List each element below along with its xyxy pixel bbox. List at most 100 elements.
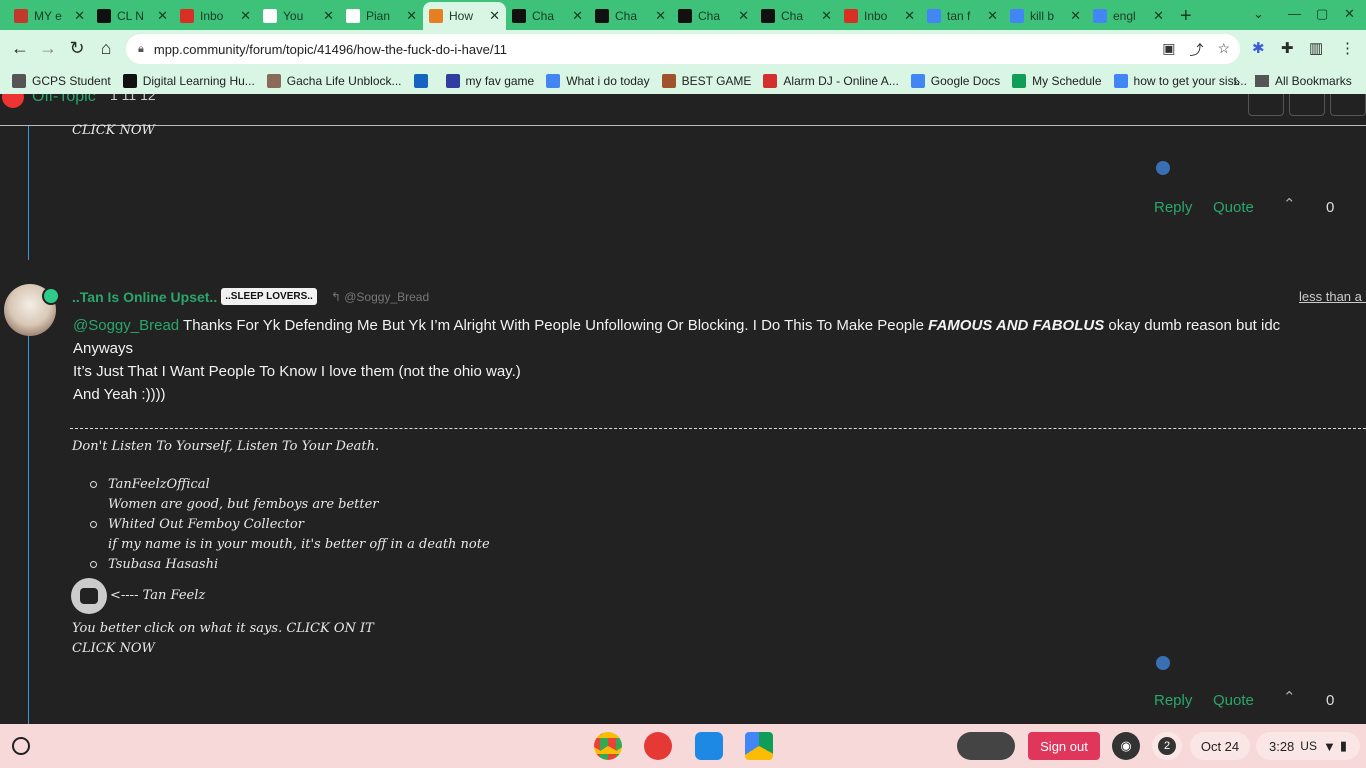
close-tab-icon[interactable]: ✕	[489, 8, 500, 24]
page-extension-icon[interactable]: ▣	[1162, 40, 1175, 60]
bookmark-star-icon[interactable]: ☆	[1217, 40, 1230, 60]
tab-10[interactable]: Inbo ✕	[838, 3, 921, 29]
sign-out-button[interactable]: Sign out	[1028, 732, 1100, 760]
reaction-smile-icon[interactable]	[1156, 656, 1170, 670]
upvote-chevron-icon[interactable]: ⌃	[1283, 195, 1296, 213]
bookmark-item[interactable]: Gacha Life Unblock...	[266, 74, 402, 88]
tab-search-chevron-icon[interactable]: ⌄	[1253, 6, 1264, 22]
paint-app-icon[interactable]	[644, 732, 672, 760]
forward-icon[interactable]: →	[37, 38, 59, 59]
reload-icon[interactable]: ↻	[66, 38, 88, 59]
tab-4[interactable]: Pian ✕	[340, 3, 423, 29]
author-name[interactable]: ..Tan Is Online Upset..	[72, 289, 217, 305]
user-avatars[interactable]	[957, 732, 1015, 760]
screen-capture-icon[interactable]: ◉	[1112, 732, 1140, 760]
all-bookmarks-folder[interactable]: All Bookmarks	[1255, 74, 1352, 88]
signature-item-sub: Women are good, but femboys are better	[108, 497, 379, 512]
tab-11[interactable]: tan f ✕	[921, 3, 1004, 29]
tab-3[interactable]: You ✕	[257, 3, 340, 29]
bookmark-item[interactable]: BEST GAME	[661, 74, 751, 88]
watch-button[interactable]	[1330, 94, 1366, 116]
tab-5[interactable]: How ✕	[423, 2, 506, 30]
bookmark-item[interactable]: Alarm DJ - Online A...	[763, 74, 899, 88]
reply-link[interactable]: Reply	[1154, 199, 1192, 216]
tab-6[interactable]: Cha ✕	[506, 3, 589, 29]
signature-click-text: You better click on what it says. CLICK …	[72, 621, 374, 636]
reply-link[interactable]: Reply	[1154, 692, 1192, 709]
close-tab-icon[interactable]: ✕	[240, 8, 251, 24]
quote-link[interactable]: Quote	[1213, 692, 1254, 709]
extensions-puzzle-icon[interactable]: ✚	[1281, 39, 1294, 57]
side-panel-icon[interactable]: ▥	[1309, 39, 1323, 57]
close-tab-icon[interactable]: ✕	[74, 8, 85, 24]
address-bar[interactable]: 🔒︎ mpp.community/forum/topic/41496/how-t…	[126, 34, 1240, 64]
bookmarks-overflow-icon[interactable]: »	[1233, 74, 1240, 89]
close-tab-icon[interactable]: ✕	[1153, 8, 1164, 24]
wifi-icon: ▼	[1322, 738, 1336, 754]
mention-link[interactable]: @Soggy_Bread	[73, 317, 179, 334]
category-link[interactable]: Off-Topic	[2, 94, 96, 108]
share-icon[interactable]: ⤴	[1189, 40, 1203, 60]
tab-1[interactable]: CL N ✕	[91, 3, 174, 29]
restore-icon[interactable]: ▢	[1316, 6, 1328, 22]
close-tab-icon[interactable]: ✕	[323, 8, 334, 24]
close-tab-icon[interactable]: ✕	[157, 8, 168, 24]
minimize-icon[interactable]: —	[1288, 6, 1301, 21]
bookmark-item[interactable]: Google Docs	[910, 74, 1000, 88]
reply-to-link[interactable]: ↰ @Soggy_Bread	[331, 290, 429, 304]
tab-0[interactable]: MY e ✕	[8, 3, 91, 29]
tab-9[interactable]: Cha ✕	[755, 3, 838, 29]
close-tab-icon[interactable]: ✕	[572, 8, 583, 24]
tab-13[interactable]: engl ✕	[1087, 3, 1170, 29]
close-tab-icon[interactable]: ✕	[821, 8, 832, 24]
bookmark-item[interactable]: GCPS Student	[12, 74, 111, 88]
topic-tools-button[interactable]	[1248, 94, 1284, 116]
group-badge[interactable]: ..SLEEP LOVERS..	[221, 288, 317, 305]
tab-title: Cha	[615, 9, 638, 23]
close-tab-icon[interactable]: ✕	[738, 8, 749, 24]
reaction-smile-icon[interactable]	[1156, 161, 1170, 175]
upvote-chevron-icon[interactable]: ⌃	[1283, 688, 1296, 706]
date-display[interactable]: Oct 24	[1190, 732, 1250, 760]
thread-line	[28, 126, 29, 260]
close-tab-icon[interactable]: ✕	[406, 8, 417, 24]
tab-8[interactable]: Cha ✕	[672, 3, 755, 29]
close-tab-icon[interactable]: ✕	[904, 8, 915, 24]
close-tab-icon[interactable]: ✕	[987, 8, 998, 24]
home-icon[interactable]: ⌂	[95, 38, 117, 59]
tab-title: Cha	[781, 9, 804, 23]
bookmark-item[interactable]	[413, 74, 434, 88]
bookmark-item[interactable]: Digital Learning Hu...	[122, 74, 255, 88]
list-item: TanFeelzOffical Women are good, but fembo…	[72, 475, 490, 515]
bookmark-item[interactable]: My Schedule	[1012, 74, 1102, 88]
close-window-icon[interactable]: ✕	[1344, 6, 1355, 22]
bookmark-favicon	[1012, 74, 1027, 88]
tab-12[interactable]: kill b ✕	[1004, 3, 1087, 29]
all-bookmarks-label: All Bookmarks	[1275, 74, 1352, 88]
post-text: Thanks For Yk Defending Me But Yk I’m Al…	[179, 317, 929, 334]
bookmark-item[interactable]: how to get your sist...	[1113, 74, 1247, 88]
chrome-icon[interactable]	[594, 732, 622, 760]
status-area[interactable]: 3:28 US ▼ ▮	[1256, 732, 1360, 760]
sort-button[interactable]	[1289, 94, 1325, 116]
quote-link[interactable]: Quote	[1213, 199, 1254, 216]
extension-gear-icon[interactable]: ✱	[1252, 39, 1265, 57]
bookmark-item[interactable]: What i do today	[546, 74, 650, 88]
classroom-app-icon[interactable]	[695, 732, 723, 760]
menu-kebab-icon[interactable]: ⋮	[1340, 39, 1355, 57]
tab-2[interactable]: Inbo ✕	[174, 3, 257, 29]
new-tab-button[interactable]: +	[1180, 5, 1192, 28]
fortnite-icon	[14, 9, 28, 23]
tab-7[interactable]: Cha ✕	[589, 3, 672, 29]
post-timestamp[interactable]: less than a m	[1299, 289, 1366, 304]
bookmark-favicon	[763, 74, 778, 88]
bookmark-item[interactable]: my fav game	[445, 74, 534, 88]
post-body: @Soggy_Bread Thanks For Yk Defending Me …	[73, 314, 1293, 406]
back-icon[interactable]: ←	[9, 38, 31, 59]
notification-count[interactable]: 2	[1152, 732, 1182, 760]
drive-icon[interactable]	[745, 732, 773, 760]
launcher-icon[interactable]	[12, 737, 30, 755]
bookmark-label: Gacha Life Unblock...	[286, 74, 402, 88]
close-tab-icon[interactable]: ✕	[655, 8, 666, 24]
close-tab-icon[interactable]: ✕	[1070, 8, 1081, 24]
